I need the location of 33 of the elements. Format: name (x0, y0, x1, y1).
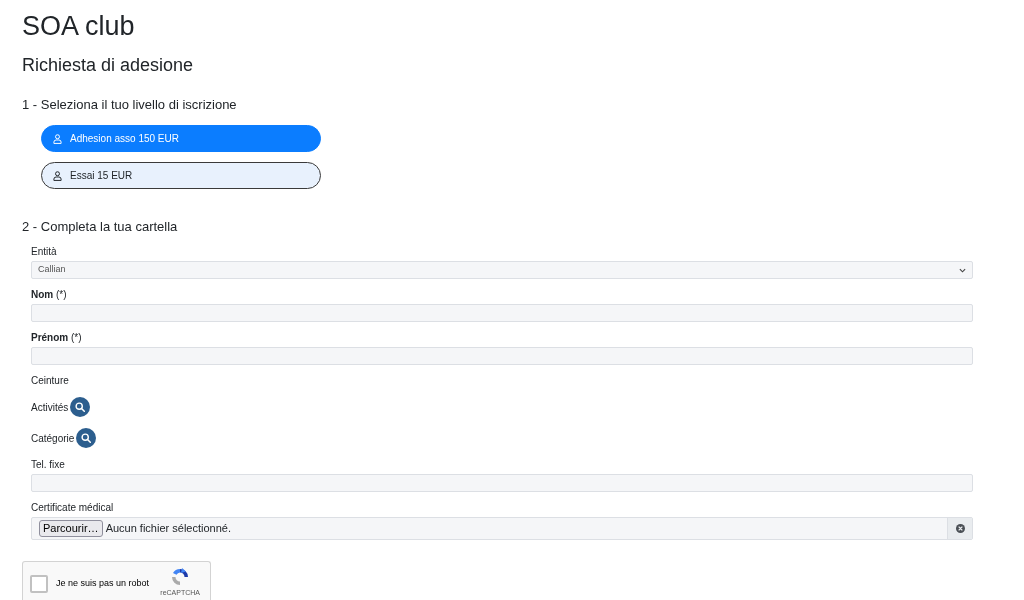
membership-option-button[interactable]: Adhesion asso 150 EUR (41, 125, 321, 152)
text-input[interactable] (31, 304, 973, 322)
field-label: Entità (31, 245, 57, 258)
field-label: Tel. fixe (31, 458, 65, 471)
search-icon (81, 433, 92, 443)
search-icon (75, 402, 86, 412)
field-label: Nom (*) (31, 288, 67, 301)
field-label: Prénom (*) (31, 331, 82, 344)
clear-icon (955, 524, 965, 533)
text-input[interactable] (31, 347, 973, 365)
field-label: Activités (31, 400, 69, 414)
field-label: Ceinture (31, 374, 69, 387)
page-subtitle: Richiesta di adesione (22, 54, 195, 76)
clear-button[interactable] (947, 518, 972, 539)
file-status-text: Aucun fichier sélectionné. (105, 521, 231, 537)
section-heading: 2 - Completa la tua cartella (22, 219, 179, 235)
captcha-checkbox[interactable] (30, 575, 48, 593)
membership-option-button[interactable]: Essai 15 EUR (41, 162, 321, 189)
field-label: Catégorie (31, 431, 75, 445)
page-title: SOA club (22, 10, 136, 42)
text-input[interactable] (31, 474, 973, 492)
field-label: Certificate médical (31, 501, 114, 514)
file-input-field[interactable]: Parcourir… Aucun fichier sélectionné. (31, 517, 973, 540)
search-button[interactable] (76, 428, 97, 448)
section-heading: 1 - Seleziona il tuo livello di iscrizione (22, 97, 238, 113)
person-icon (53, 170, 62, 181)
browse-button[interactable]: Parcourir… (39, 520, 103, 537)
search-button[interactable] (70, 397, 91, 417)
entity-select[interactable]: Callian (31, 261, 973, 279)
chevron-down-icon (959, 267, 966, 273)
captcha-label: Je ne suis pas un robot (56, 577, 150, 591)
captcha-logo-icon (170, 567, 191, 587)
person-icon (53, 133, 62, 144)
